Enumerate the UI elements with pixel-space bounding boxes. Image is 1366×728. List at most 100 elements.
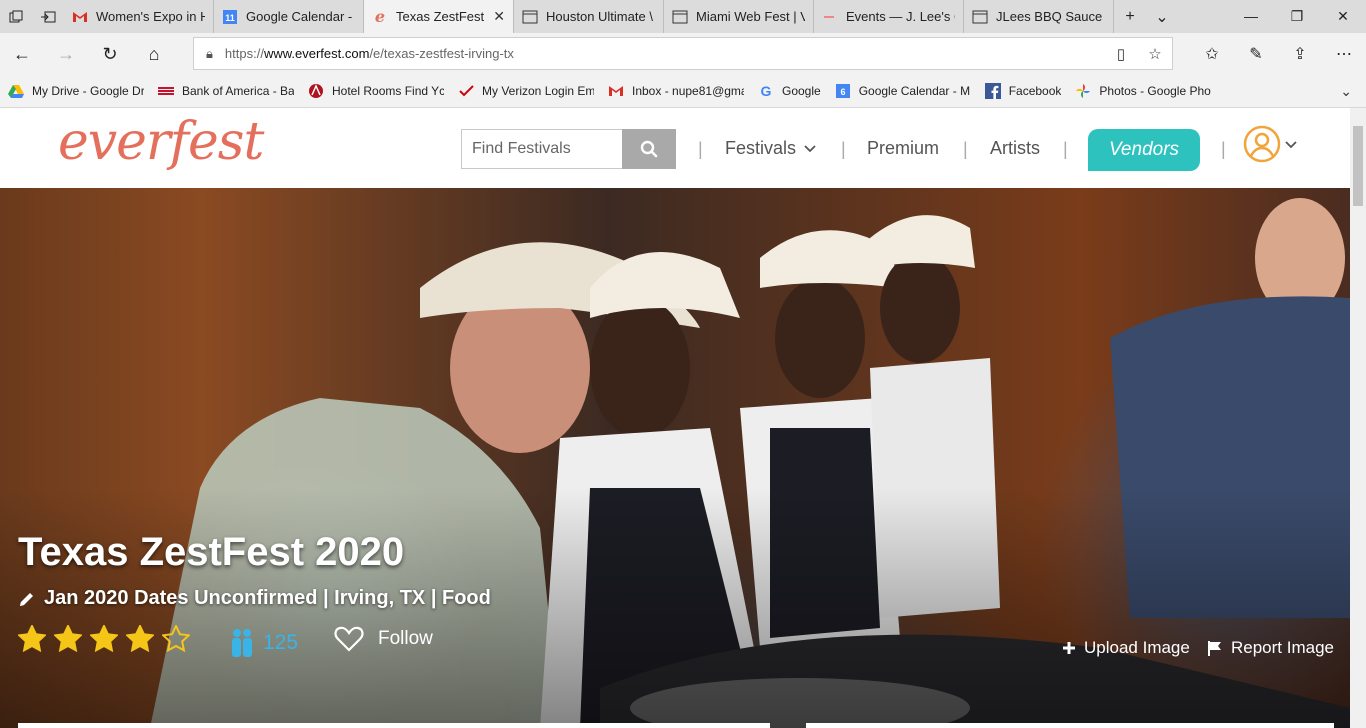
- browser-tab[interactable]: JLees BBQ Sauce -: [964, 0, 1114, 33]
- url-prefix: https://: [224, 46, 264, 61]
- favorite-label: Facebook: [1008, 84, 1062, 98]
- account-chevron-down-icon[interactable]: [1285, 141, 1297, 149]
- festival-meta: Jan 2020 Dates Unconfirmed | Irving, TX …: [18, 587, 491, 610]
- star-filled-icon[interactable]: [124, 623, 156, 657]
- favorites-bar: My Drive - Google Dr Bank of America - B…: [0, 75, 1366, 108]
- content-card-left: [18, 723, 770, 728]
- favorite-label: Photos - Google Phot: [1099, 84, 1212, 98]
- premium-link[interactable]: Premium: [867, 138, 939, 159]
- favorite-label: My Drive - Google Dr: [32, 84, 144, 98]
- favorite-link[interactable]: Hotel Rooms Find Yc: [308, 83, 444, 99]
- new-tab-icon[interactable]: +: [1114, 8, 1146, 26]
- browser-tab[interactable]: 11 Google Calendar -: [214, 0, 364, 33]
- tab-title: Texas ZestFest: [396, 9, 485, 24]
- favorite-link[interactable]: Photos - Google Phot: [1075, 83, 1211, 99]
- vendors-button[interactable]: Vendors: [1088, 129, 1200, 171]
- svg-text:11: 11: [225, 13, 235, 23]
- lock-icon: 🔒︎: [206, 45, 213, 61]
- festival-search: [461, 129, 676, 169]
- restore-icon[interactable]: ❐: [1274, 8, 1320, 25]
- browser-tab-bar: Women's Expo in H 11 Google Calendar - e…: [0, 0, 1366, 33]
- browser-tab[interactable]: Women's Expo in H: [64, 0, 214, 33]
- share-icon[interactable]: ⇪: [1278, 44, 1322, 64]
- tab-actions-icon[interactable]: [0, 0, 32, 33]
- address-bar-row: ← → ↻ ⌂ 🔒︎ https://www.everfest.com/e/te…: [0, 33, 1366, 75]
- home-icon[interactable]: ⌂: [132, 33, 176, 75]
- tab-title: Women's Expo in H: [96, 9, 205, 24]
- star-filled-icon[interactable]: [88, 623, 120, 657]
- minimize-icon[interactable]: —: [1228, 8, 1274, 25]
- favorite-link[interactable]: My Drive - Google Dr: [8, 83, 144, 99]
- report-image-label: Report Image: [1231, 638, 1334, 657]
- plus-icon: [1063, 642, 1075, 654]
- favorites-overflow-chevron-icon[interactable]: ⌄: [1340, 83, 1352, 100]
- forward-arrow-icon[interactable]: →: [44, 33, 88, 75]
- photos-icon: [1075, 83, 1091, 99]
- favorite-link[interactable]: Bank of America - Bai: [158, 83, 294, 99]
- back-arrow-icon[interactable]: ←: [0, 33, 44, 75]
- heart-icon: [334, 626, 364, 652]
- refresh-icon[interactable]: ↻: [88, 33, 132, 75]
- drive-icon: [8, 83, 24, 99]
- rating-stars[interactable]: [16, 623, 198, 657]
- favorite-link[interactable]: Facebook: [984, 83, 1062, 99]
- url-path: /e/texas-zestfest-irving-tx: [369, 46, 514, 61]
- browser-tab[interactable]: Miami Web Fest | V: [664, 0, 814, 33]
- browser-tab[interactable]: Houston Ultimate \: [514, 0, 664, 33]
- nav-divider: |: [963, 139, 968, 159]
- report-image-button[interactable]: Report Image: [1207, 638, 1334, 658]
- search-icon: [640, 140, 658, 158]
- festivals-menu[interactable]: Festivals: [725, 138, 816, 159]
- close-window-icon[interactable]: ✕: [1320, 8, 1366, 25]
- festival-meta-text: Jan 2020 Dates Unconfirmed | Irving, TX …: [44, 587, 491, 609]
- reading-view-icon[interactable]: ▯: [1104, 45, 1138, 63]
- star-empty-icon[interactable]: [160, 623, 192, 657]
- favorite-link[interactable]: Inbox - nupe81@gma: [608, 83, 744, 99]
- dash-icon: [822, 9, 838, 25]
- pencil-edit-icon[interactable]: [18, 590, 36, 608]
- attendees-number: 125: [263, 631, 299, 654]
- svg-text:6: 6: [840, 87, 845, 97]
- attendees-count[interactable]: 125: [229, 628, 298, 658]
- page-scrollbar[interactable]: [1350, 108, 1366, 728]
- search-button[interactable]: [622, 129, 676, 169]
- favorite-link[interactable]: My Verizon Login Em: [458, 83, 594, 99]
- artists-link[interactable]: Artists: [990, 138, 1040, 159]
- close-tab-icon[interactable]: ✕: [493, 8, 505, 25]
- tab-list-chevron-icon[interactable]: ⌄: [1146, 7, 1178, 27]
- tab-title: Miami Web Fest | V: [696, 9, 805, 24]
- scrollbar-thumb[interactable]: [1353, 126, 1363, 206]
- search-input[interactable]: [461, 129, 622, 169]
- everfest-logo[interactable]: everfest: [58, 112, 264, 172]
- url-field[interactable]: 🔒︎ https://www.everfest.com/e/texas-zest…: [193, 37, 1173, 70]
- favorite-star-icon[interactable]: ☆: [1138, 45, 1172, 63]
- bofa-icon: [158, 83, 174, 99]
- favorites-hub-icon[interactable]: ✩: [1190, 44, 1234, 64]
- browser-tab-active[interactable]: e Texas ZestFest ✕: [364, 0, 514, 33]
- url-host: www.everfest.com: [263, 46, 370, 61]
- favorite-link[interactable]: G Google: [758, 83, 821, 99]
- festival-title: Texas ZestFest 2020: [18, 530, 405, 574]
- browser-tab[interactable]: Events — J. Lee's G: [814, 0, 964, 33]
- nav-divider: |: [1063, 139, 1068, 159]
- upload-image-button[interactable]: Upload Image: [1062, 638, 1190, 658]
- more-menu-icon[interactable]: ⋯: [1322, 44, 1366, 64]
- set-aside-tabs-icon[interactable]: [32, 0, 64, 33]
- follow-label: Follow: [378, 628, 433, 649]
- pen-notes-icon[interactable]: ✎: [1234, 44, 1278, 64]
- tab-title: Houston Ultimate \: [546, 9, 653, 24]
- tab-title: JLees BBQ Sauce -: [996, 9, 1105, 24]
- nav-divider: |: [841, 139, 846, 159]
- calendar-icon: 11: [222, 9, 238, 25]
- nav-divider: |: [698, 139, 703, 159]
- content-card-right: [806, 723, 1334, 728]
- favorite-label: Bank of America - Bai: [182, 84, 294, 98]
- star-filled-icon[interactable]: [52, 623, 84, 657]
- verizon-icon: [458, 83, 474, 99]
- favorite-link[interactable]: 6 Google Calendar - M: [835, 83, 971, 99]
- calendar-icon: 6: [835, 83, 851, 99]
- follow-button[interactable]: Follow: [334, 626, 433, 652]
- hotel-icon: [308, 83, 324, 99]
- star-filled-icon[interactable]: [16, 623, 48, 657]
- user-avatar-icon[interactable]: [1243, 125, 1281, 163]
